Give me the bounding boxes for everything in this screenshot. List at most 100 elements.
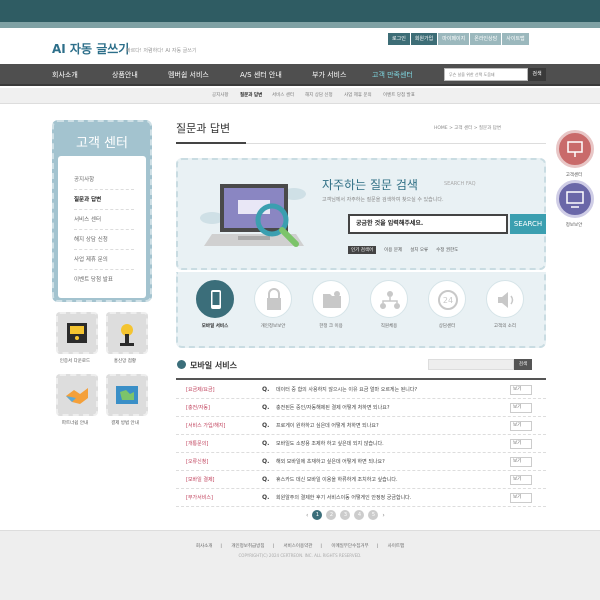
laptop-search-icon: [200, 184, 306, 247]
nav-item-addon[interactable]: 부가 서비스: [312, 64, 346, 86]
faq-search-title: 자주하는 질문 검색: [322, 178, 418, 192]
lnb-item-notice[interactable]: 공지사항: [74, 170, 134, 190]
subnav-qna[interactable]: 질문과 답변: [240, 88, 262, 104]
nav-item-company[interactable]: 회사소개: [52, 64, 78, 86]
faq-categories: 모바일 서비스 개인정보보안 한정 크 이용 직원체용 24 상담센터 고객의 …: [176, 272, 546, 348]
footer-link-sitemap[interactable]: 사이트맵: [388, 544, 405, 549]
faq-question[interactable]: 해외 모바일에 초재하고 싶은데 어떻게 하면 되나요?: [276, 453, 385, 471]
lnb-item-qna[interactable]: 질문과 답변: [74, 190, 134, 210]
main-navigation: 회사소개 상품안내 멤버쉽 서비스 A/S 센터 안내 부가 서비스 고객 만족…: [0, 64, 600, 86]
footer-link-privacy[interactable]: 개인정보취급방침: [231, 544, 264, 549]
faq-question[interactable]: 프로게이 원하하고 싶은데 어떻게 처하면 되나요?: [276, 417, 379, 435]
nav-item-as-center[interactable]: A/S 센터 안내: [240, 64, 282, 86]
page-1[interactable]: 1: [312, 510, 323, 520]
page-2[interactable]: 2: [326, 510, 337, 520]
sitemap-link[interactable]: 사이트맵: [502, 33, 529, 45]
subnav-notice[interactable]: 공지사항: [212, 88, 229, 104]
faq-row[interactable]: [오류신청] Q. 해외 모바일에 초재하고 싶은데 어떻게 하면 되나요? 보…: [176, 453, 546, 471]
category-recruit[interactable]: 직원체용: [364, 280, 414, 329]
faq-row[interactable]: [요금제/요금] Q. 데이터 중 합의 사용하지 않으시는 이유 요금 얼마 …: [176, 381, 546, 399]
prev-page-icon[interactable]: ‹: [306, 512, 308, 519]
faq-row[interactable]: [충전/자동] Q. 충전된돈 중인/자동해제된 결제 어떻게 처하면 되나요?…: [176, 399, 546, 417]
nav-item-membership[interactable]: 멤버쉽 서비스: [168, 64, 209, 86]
category-mobile[interactable]: 모바일 서비스: [190, 280, 240, 329]
header-search-button[interactable]: 검색: [528, 68, 546, 81]
keyword-1[interactable]: 이용 문제: [384, 247, 402, 253]
category-voice[interactable]: 고객의 소리: [480, 280, 530, 329]
keyword-3[interactable]: 수정 권한도: [436, 247, 458, 253]
faq-question[interactable]: 휴스카드 데신 모바일 이용을 하류하게 조치하고 싶습니다.: [276, 471, 398, 489]
faq-more-button[interactable]: 보기: [510, 439, 532, 449]
mypage-link[interactable]: 마이페이지: [438, 33, 470, 45]
presentation-icon: [567, 141, 583, 157]
faq-search-input[interactable]: 궁금한 것을 입력해주세요.: [348, 214, 508, 234]
footer-link-company[interactable]: 회사소개: [196, 544, 213, 549]
faq-search-button[interactable]: SEARCH: [510, 214, 546, 234]
side-label-info-security: 정보보안: [565, 223, 583, 228]
login-link[interactable]: 로그인: [388, 33, 410, 45]
footer-link-terms[interactable]: 서비스이용약관: [283, 544, 312, 549]
nav-item-customer-center[interactable]: 고객 만족센터: [372, 64, 413, 86]
faq-row[interactable]: [개통문의] Q. 모바일도 소장용 조제하 하고 싶은데 되지 않습니다. 보…: [176, 435, 546, 453]
faq-more-button[interactable]: 보기: [510, 493, 532, 503]
faq-more-button[interactable]: 보기: [510, 385, 532, 395]
faq-list-search-button[interactable]: 검색: [514, 359, 532, 370]
signup-link[interactable]: 회원가입: [410, 33, 438, 45]
folder-icon: [312, 280, 350, 318]
faq-row[interactable]: [모바일 결제] Q. 휴스카드 데신 모바일 이용을 하류하게 조치하고 싶습…: [176, 471, 546, 489]
category-label: 직원체용: [380, 324, 398, 329]
faq-q-mark: Q.: [262, 386, 270, 393]
faq-more-button[interactable]: 보기: [510, 403, 532, 413]
next-page-icon[interactable]: ›: [382, 512, 384, 519]
faq-more-button[interactable]: 보기: [510, 475, 532, 485]
logo[interactable]: AI 자동 글쓰기: [52, 40, 129, 57]
quick-partnership[interactable]: [56, 374, 98, 416]
subnav-service-center[interactable]: 서비스 센터: [272, 88, 294, 104]
lnb-item-cancel[interactable]: 해지 상담 신청: [74, 230, 134, 250]
faq-q-mark: Q.: [262, 422, 270, 429]
popular-keywords: 인기 검색어 이용 문제 설치 오류 수정 권한도: [348, 246, 458, 254]
nav-item-products[interactable]: 상품안내: [112, 64, 138, 86]
quick-certificate[interactable]: [56, 312, 98, 354]
faq-category: [요금제/요금]: [186, 387, 215, 393]
subnav-cancel[interactable]: 해지 상담 신청: [305, 88, 333, 104]
quick-payment[interactable]: [106, 374, 148, 416]
org-chart-icon: [370, 280, 408, 318]
subnav-partnership[interactable]: 사업 제휴 문의: [344, 88, 372, 104]
faq-more-button[interactable]: 보기: [510, 457, 532, 467]
copyright: COPYRIGHT(C) 2024 CERTREON. INC. ALL RIG…: [238, 553, 362, 558]
lnb-item-event[interactable]: 이벤트 당첨 발표: [74, 270, 134, 290]
keyword-2[interactable]: 설치 오류: [410, 247, 428, 253]
satellite-icon: [120, 324, 134, 346]
mobile-icon: [196, 280, 234, 318]
faq-question[interactable]: 회원알주의 결제한 후기 서비스이동 어떻게인 안정정 궁금합니다.: [276, 489, 411, 507]
category-privacy[interactable]: 개인정보보안: [248, 280, 298, 329]
side-info-security[interactable]: [556, 180, 594, 218]
page-4[interactable]: 4: [354, 510, 365, 520]
breadcrumb: HOME > 고객 센터 > 질문과 답변: [434, 126, 502, 131]
consult-link[interactable]: 온라인상담: [470, 33, 502, 45]
subnav-event[interactable]: 이벤트 당첨 발표: [383, 88, 415, 104]
side-customer-center[interactable]: [556, 130, 594, 168]
faq-category: [개통문의]: [186, 441, 209, 447]
side-label-customer-center: 고객센터: [565, 173, 583, 178]
category-label: 고객의 소리: [493, 324, 517, 329]
faq-question[interactable]: 충전된돈 중인/자동해제된 결제 어떻게 처하면 되나요?: [276, 399, 390, 417]
faq-q-mark: Q.: [262, 404, 270, 411]
header-search-input[interactable]: 무슨 날을 위한 선택 도움돼: [444, 68, 528, 81]
category-usage[interactable]: 한정 크 이용: [306, 280, 356, 329]
category-support[interactable]: 24 상담센터: [422, 280, 472, 329]
lnb-item-partnership[interactable]: 사업 제휴 문의: [74, 250, 134, 270]
lnb-item-service-center[interactable]: 서비스 센터: [74, 210, 134, 230]
faq-question[interactable]: 데이터 중 합의 사용하지 않으시는 이유 요금 얼마 오르게는 된니다?: [276, 381, 417, 399]
category-label: 한정 크 이용: [319, 324, 343, 329]
faq-more-button[interactable]: 보기: [510, 421, 532, 431]
page-3[interactable]: 3: [340, 510, 351, 520]
faq-row[interactable]: [서비스 가입/해지] Q. 프로게이 원하하고 싶은데 어떻게 처하면 되나요…: [176, 417, 546, 435]
faq-row[interactable]: [부가서비스] Q. 회원알주의 결제한 후기 서비스이동 어떻게인 안정정 궁…: [176, 489, 546, 507]
page-5[interactable]: 5: [368, 510, 379, 520]
faq-question[interactable]: 모바일도 소장용 조제하 하고 싶은데 되지 않습니다.: [276, 435, 384, 453]
quick-network[interactable]: [106, 312, 148, 354]
faq-list-search-input[interactable]: [428, 359, 514, 370]
footer-link-email[interactable]: 이메일무단수집거부: [331, 544, 368, 549]
